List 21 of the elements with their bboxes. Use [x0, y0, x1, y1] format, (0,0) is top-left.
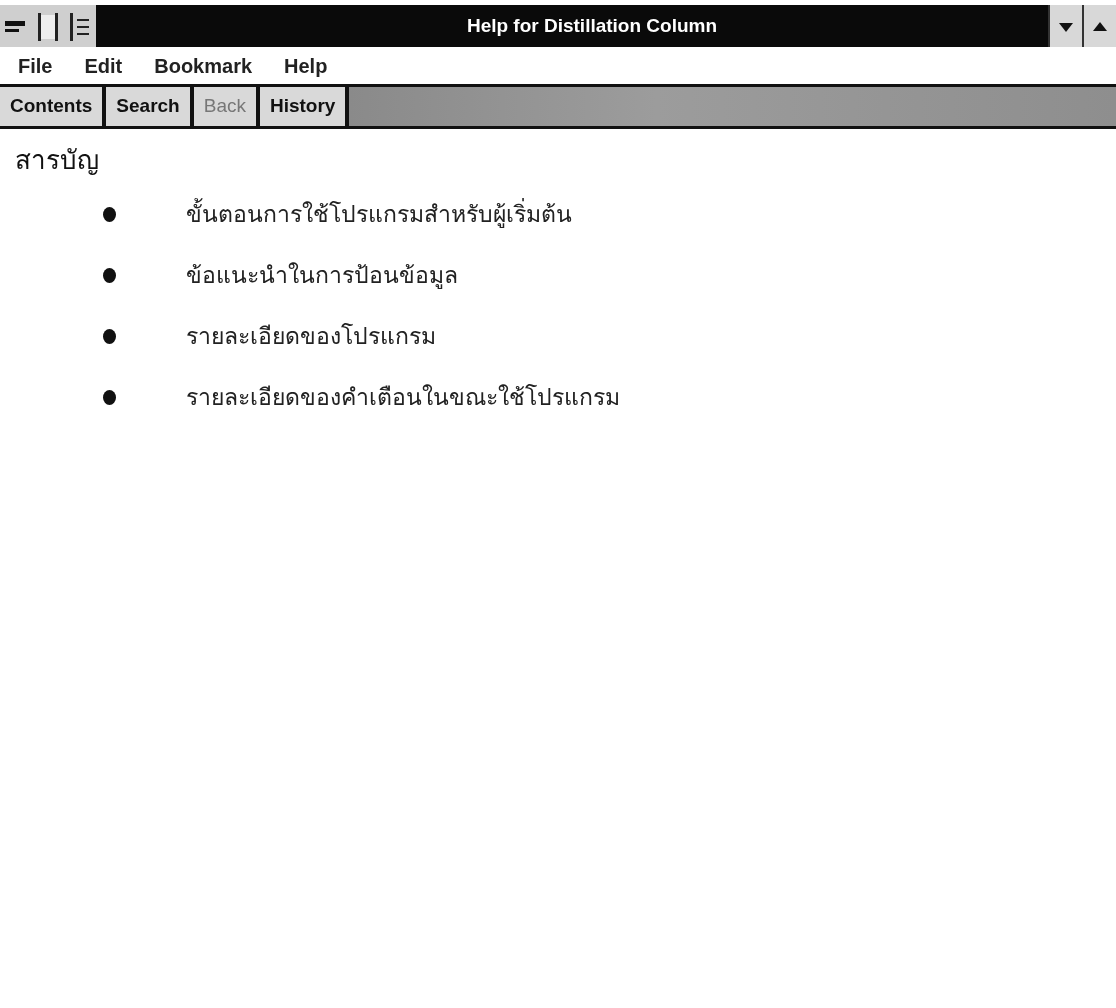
menu-item[interactable]: File — [8, 50, 63, 81]
content-heading: สารบัญ — [14, 144, 100, 177]
bullet-icon — [103, 329, 116, 344]
bullet-icon — [103, 268, 116, 283]
menu-item[interactable]: Bookmark — [144, 50, 263, 81]
topic-link[interactable]: รายละเอียดของคำเตือนในขณะใช้โปรแกรม — [186, 380, 620, 415]
topic-link[interactable]: รายละเอียดของโปรแกรม — [186, 319, 436, 354]
bullet-icon — [103, 207, 116, 222]
down-arrow-icon — [1058, 20, 1074, 33]
topic-link[interactable]: ขั้นตอนการใช้โปรแกรมสำหรับผู้เริ่มต้น — [186, 197, 572, 232]
bullet-icon — [103, 390, 116, 405]
toolbar-button[interactable]: Search — [106, 87, 194, 126]
minimize-button[interactable] — [1048, 5, 1082, 47]
toolbar-button[interactable]: History — [259, 87, 350, 126]
up-arrow-icon — [1092, 20, 1108, 33]
menu-item[interactable]: Help — [274, 50, 338, 81]
window-title: Help for Distillation Column — [465, 13, 719, 38]
toolbar-button[interactable]: Contents — [0, 87, 107, 126]
topic-link[interactable]: ข้อแนะนำในการป้อนข้อมูล — [186, 258, 458, 293]
maximize-button[interactable] — [1082, 5, 1116, 47]
menu-item[interactable]: Edit — [74, 50, 133, 81]
